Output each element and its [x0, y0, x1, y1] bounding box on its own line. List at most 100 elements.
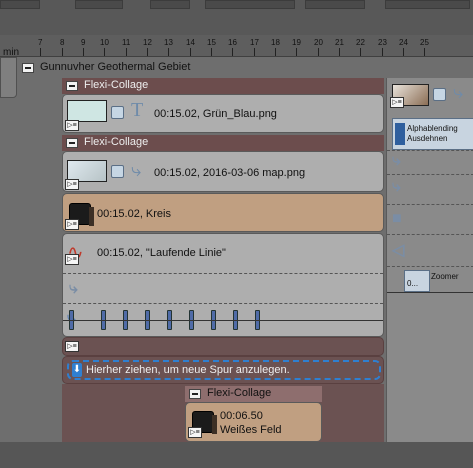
effect-label-line2: Ausdehnen: [407, 134, 448, 143]
collage-1-title: Flexi-Collage: [84, 79, 149, 91]
ruler-tick: [147, 48, 148, 56]
ruler-tick: [40, 48, 41, 56]
toolbar-slot[interactable]: [150, 0, 190, 9]
transition-marker-icon[interactable]: ▷≡: [65, 179, 79, 190]
alphablending-effect[interactable]: Alphablending Ausdehnen: [392, 118, 473, 150]
ruler-tick-label: 12: [143, 38, 152, 47]
empty-track-row[interactable]: ▷≡: [62, 337, 384, 356]
ruler-tick-label: 17: [250, 38, 259, 47]
collage-2-header[interactable]: Flexi-Collage: [62, 135, 384, 151]
speaker-icon[interactable]: ◁: [392, 240, 404, 260]
clip-kreis[interactable]: ▷≡ 00:15.02, Kreis: [62, 193, 384, 232]
toolbar-slot[interactable]: [305, 0, 365, 9]
project-title: Gunnuvher Geothermal Gebiet: [40, 61, 191, 73]
effect-label-line1: Alphablending: [407, 124, 458, 133]
ruler-tick-label: 21: [335, 38, 344, 47]
clip-label: 00:15.02, Kreis: [97, 208, 171, 220]
collage-1-header[interactable]: Flexi-Collage: [62, 78, 384, 94]
clip-gruen-blau[interactable]: ▷≡ T 00:15.02, Grün_Blau.png: [62, 94, 384, 133]
track-divider: [63, 303, 383, 304]
ruler-tick: [275, 48, 276, 56]
clip-label: 00:15.02, Grün_Blau.png: [154, 108, 277, 120]
clip-weisses-feld[interactable]: ▷≡ 00:06.50 Weißes Feld: [185, 402, 322, 442]
motion-effect-icon[interactable]: ⤷: [392, 152, 401, 170]
toolbar-slot[interactable]: [0, 0, 40, 9]
track-divider: [387, 204, 473, 205]
motion-effect-icon[interactable]: ⤷: [69, 280, 78, 298]
transition-marker-icon[interactable]: ▷≡: [390, 97, 404, 108]
ruler-tick: [104, 48, 105, 56]
transition-marker-icon[interactable]: ▷≡: [65, 341, 79, 352]
collapse-collage-1-button[interactable]: [66, 81, 78, 91]
clip-time: 00:06.50: [220, 410, 263, 422]
zoom-effect-block[interactable]: 0...: [404, 270, 430, 292]
toolbar-slot[interactable]: [385, 0, 470, 9]
ruler-tick: [360, 48, 361, 56]
ruler-tick: [168, 48, 169, 56]
ruler-tick-label: 13: [164, 38, 173, 47]
drop-target-label: Hierher ziehen, um neue Spur anzulegen.: [86, 364, 290, 376]
ruler-tick-label: 7: [38, 38, 43, 47]
track-divider: [387, 150, 473, 151]
camera-icon[interactable]: ■: [392, 210, 402, 228]
ruler-tick: [318, 48, 319, 56]
ruler-tick: [190, 48, 191, 56]
clip-map[interactable]: ▷≡ ⤷ 00:15.02, 2016-03-06 map.png: [62, 151, 384, 192]
ruler-tick-label: 20: [314, 38, 323, 47]
ruler-tick: [403, 48, 404, 56]
clip-thumbnail: [67, 100, 107, 122]
image-effect-icon[interactable]: [433, 88, 446, 101]
transition-marker-icon[interactable]: ▷≡: [188, 427, 202, 438]
image-effect-icon[interactable]: [111, 106, 124, 119]
ruler-tick-label: 24: [399, 38, 408, 47]
ruler-tick-label: 9: [81, 38, 86, 47]
ruler-tick: [254, 48, 255, 56]
collage-3-header[interactable]: Flexi-Collage: [185, 386, 322, 402]
ruler-tick: [126, 48, 127, 56]
ruler-tick-label: 19: [292, 38, 301, 47]
transition-marker-icon[interactable]: ▷≡: [65, 120, 79, 131]
timeline-ruler[interactable]: min 7 8 9 10 11 12 13 14 15 16 17 18 19 …: [0, 35, 473, 58]
motion-effect-icon[interactable]: ⤷: [392, 178, 401, 196]
clip-laufende-linie[interactable]: ∿ ▷≡ 00:15.02, "Laufende Linie" ⤷ ⤷: [62, 233, 384, 337]
ruler-tick-label: 25: [420, 38, 429, 47]
zoom-label: Zoomer: [431, 272, 459, 281]
ruler-tick: [339, 48, 340, 56]
transition-marker-icon[interactable]: ▷≡: [65, 254, 79, 265]
collage-2-title: Flexi-Collage: [84, 136, 149, 148]
clip-label: 00:15.02, "Laufende Linie": [97, 247, 226, 259]
effects-side-panel: ⤷ ▷≡ Alphablending Ausdehnen ⤷ ⤷ ■ ◁ 0..…: [386, 78, 473, 442]
image-effect-icon[interactable]: [111, 165, 124, 178]
ruler-tick: [211, 48, 212, 56]
collapse-project-button[interactable]: [22, 63, 34, 73]
keyframe-line: [63, 320, 383, 321]
track-divider: [63, 273, 383, 274]
ruler-tick-label: 18: [271, 38, 280, 47]
toolbar-slot[interactable]: [75, 0, 123, 9]
drop-target[interactable]: ⬇ Hierher ziehen, um neue Spur anzulegen…: [67, 360, 381, 380]
zoom-value: 0...: [407, 279, 419, 288]
effect-icon: [395, 123, 405, 145]
clip-label: 00:15.02, 2016-03-06 map.png: [154, 167, 306, 179]
transition-marker-icon[interactable]: ▷≡: [65, 219, 79, 230]
track-divider: [387, 174, 473, 175]
collapse-collage-3-button[interactable]: [189, 389, 201, 399]
ruler-tick-label: 16: [228, 38, 237, 47]
ruler-tick: [83, 48, 84, 56]
ruler-tick-label: 11: [122, 38, 131, 47]
toolbar-slot[interactable]: [205, 0, 295, 9]
top-toolbar-strip: [0, 0, 473, 35]
motion-path-icon: ⤷: [131, 160, 142, 180]
collapse-collage-2-button[interactable]: [66, 138, 78, 148]
bottom-status-bar: [0, 442, 473, 468]
track-divider: [387, 266, 473, 267]
ruler-tick-label: 10: [100, 38, 109, 47]
collage-3-title: Flexi-Collage: [207, 387, 272, 399]
track-divider: [387, 234, 473, 235]
ruler-tick-label: 8: [60, 38, 65, 47]
ruler-tick-label: 23: [378, 38, 387, 47]
left-track-stub[interactable]: [0, 57, 17, 98]
ruler-tick-label: 22: [356, 38, 365, 47]
ruler-tick: [232, 48, 233, 56]
ruler-tick: [382, 48, 383, 56]
